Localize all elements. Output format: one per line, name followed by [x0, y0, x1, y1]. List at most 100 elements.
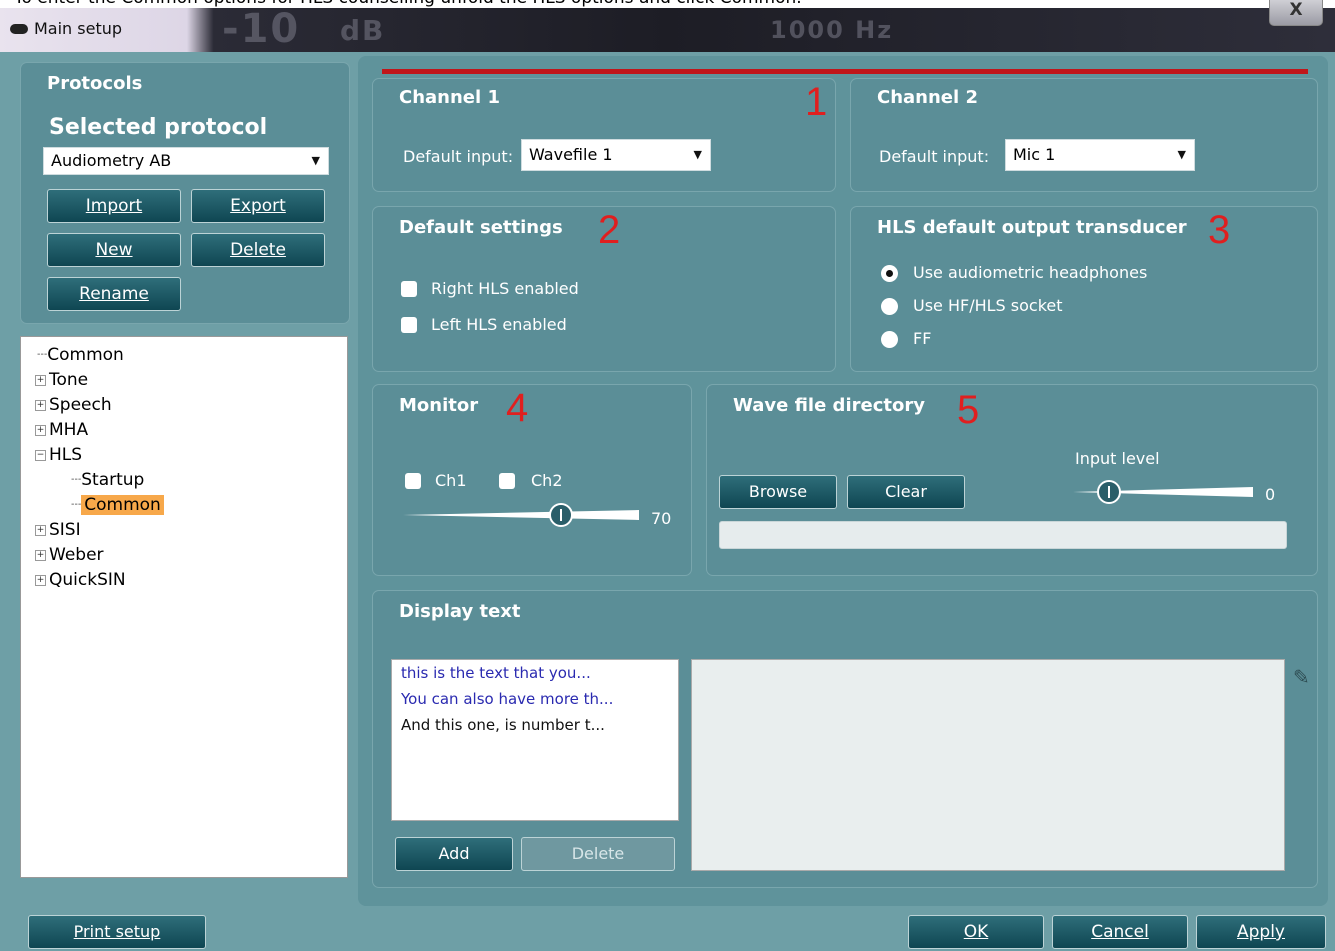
background-unit-readout: dB	[340, 14, 386, 47]
channel1-input-label: Default input:	[403, 147, 514, 166]
tree-item-hls-common[interactable]: ┄ Common	[71, 495, 164, 515]
tree-item-hls[interactable]: − HLS	[35, 445, 82, 465]
display-text-title: Display text	[399, 601, 521, 622]
rename-button[interactable]: Rename	[47, 277, 181, 311]
options-tree: ┄Common + Tone + Speech + MHA − HLS ┄Startup…	[20, 336, 348, 878]
protocols-panel: Protocols Selected protocol Audiometry A…	[20, 62, 350, 324]
display-text-panel: Display text this is the text that you..…	[372, 590, 1318, 888]
expand-icon: +	[35, 374, 46, 386]
print-setup-label: Print setup	[73, 922, 161, 941]
protocol-select-value: Audiometry AB	[51, 151, 172, 170]
channel1-panel: Channel 1 Default input: Wavefile 1 ▼	[372, 78, 836, 192]
transducer-radio-headphones[interactable]	[881, 265, 898, 282]
transducer-option-hf-socket: Use HF/HLS socket	[913, 296, 1063, 315]
tree-item-weber[interactable]: + Weber	[35, 545, 104, 565]
export-button[interactable]: Export	[191, 189, 325, 223]
right-hls-checkbox[interactable]	[401, 281, 417, 297]
channel2-input-select[interactable]: Mic 1 ▼	[1005, 139, 1195, 171]
collapse-icon: −	[35, 449, 46, 461]
input-level-value: 0	[1265, 485, 1276, 504]
import-button[interactable]: Import	[47, 189, 181, 223]
ok-label: OK	[963, 922, 989, 942]
left-hls-checkbox[interactable]	[401, 317, 417, 333]
list-item[interactable]: this is the text that you...	[401, 664, 591, 682]
selected-protocol-heading: Selected protocol	[49, 115, 268, 140]
delete-label: Delete	[230, 240, 286, 260]
channel1-title: Channel 1	[399, 87, 500, 108]
list-item[interactable]: And this one, is number t...	[401, 716, 605, 734]
tree-item-quicksin[interactable]: + QuickSIN	[35, 570, 126, 590]
apply-button[interactable]: Apply	[1196, 915, 1326, 949]
highlight-line	[382, 69, 1308, 74]
ok-button[interactable]: OK	[908, 915, 1044, 949]
ch2-label: Ch2	[531, 471, 563, 490]
marker-2: 2	[598, 208, 621, 252]
new-label: New	[95, 240, 133, 260]
tree-item-mha[interactable]: + MHA	[35, 420, 88, 440]
export-label: Export	[230, 196, 286, 216]
channel2-title: Channel 2	[877, 87, 978, 108]
close-icon: X	[1289, 0, 1303, 20]
expand-icon: +	[35, 574, 46, 586]
tree-item-common[interactable]: ┄Common	[37, 345, 124, 365]
add-text-button[interactable]: Add	[395, 837, 513, 871]
wave-file-panel: Wave file directory Browse Clear Input l…	[706, 384, 1318, 576]
protocols-heading: Protocols	[47, 73, 143, 94]
marker-4: 4	[506, 386, 529, 430]
tree-item-sisi[interactable]: + SISI	[35, 520, 81, 540]
wave-directory-field[interactable]	[719, 521, 1287, 549]
tree-item-hls-startup[interactable]: ┄Startup	[71, 470, 144, 490]
chevron-down-icon: ▼	[311, 154, 320, 167]
tree-item-speech[interactable]: + Speech	[35, 395, 112, 415]
cancel-button[interactable]: Cancel	[1052, 915, 1188, 949]
background-frequency-readout: 1000 Hz	[770, 16, 894, 44]
slider-knob-icon[interactable]	[549, 503, 573, 527]
ch2-checkbox[interactable]	[499, 473, 515, 489]
default-settings-title: Default settings	[399, 217, 563, 238]
chevron-down-icon: ▼	[1177, 148, 1186, 161]
display-text-editor[interactable]	[691, 659, 1285, 871]
instruction-caption: To enter the Common options for HLS coun…	[0, 0, 1335, 8]
chevron-down-icon: ▼	[693, 148, 702, 161]
marker-1: 1	[805, 80, 828, 124]
close-button[interactable]: X	[1269, 0, 1323, 26]
pen-icon: ✎	[1293, 665, 1310, 689]
transducer-title: HLS default output transducer	[877, 217, 1187, 238]
new-button[interactable]: New	[47, 233, 181, 267]
wave-file-title: Wave file directory	[733, 395, 925, 416]
import-label: Import	[85, 196, 143, 216]
display-text-list[interactable]: this is the text that you... You can als…	[391, 659, 679, 821]
title-bar: Main setup -10 dB 1000 Hz	[0, 6, 1335, 52]
protocol-select[interactable]: Audiometry AB ▼	[43, 147, 329, 175]
rename-label: Rename	[79, 284, 149, 304]
monitor-panel: Monitor Ch1 Ch2 70	[372, 384, 692, 576]
channel1-input-value: Wavefile 1	[529, 145, 613, 164]
print-setup-button[interactable]: Print setup	[28, 915, 206, 949]
transducer-panel: HLS default output transducer Use audiom…	[850, 206, 1318, 372]
input-level-label: Input level	[1075, 449, 1160, 468]
channel1-input-select[interactable]: Wavefile 1 ▼	[521, 139, 711, 171]
window-title: Main setup	[34, 19, 123, 38]
list-item[interactable]: You can also have more th...	[401, 690, 613, 708]
cancel-label: Cancel	[1091, 922, 1149, 942]
delete-protocol-button[interactable]: Delete	[191, 233, 325, 267]
browse-button[interactable]: Browse	[719, 475, 837, 509]
tree-item-tone[interactable]: + Tone	[35, 370, 88, 390]
transducer-radio-ff[interactable]	[881, 331, 898, 348]
slider-knob-icon[interactable]	[1097, 480, 1121, 504]
clear-button[interactable]: Clear	[847, 475, 965, 509]
expand-icon: +	[35, 549, 46, 561]
monitor-level-slider[interactable]	[403, 501, 639, 529]
marker-5: 5	[957, 388, 980, 432]
monitor-title: Monitor	[399, 395, 479, 416]
app-icon	[10, 24, 28, 34]
channel2-input-label: Default input:	[879, 147, 990, 166]
delete-text-button[interactable]: Delete	[521, 837, 675, 871]
ch1-checkbox[interactable]	[405, 473, 421, 489]
apply-label: Apply	[1237, 922, 1285, 942]
background-level-readout: -10	[222, 6, 301, 52]
transducer-option-headphones: Use audiometric headphones	[913, 263, 1148, 282]
transducer-radio-hf-socket[interactable]	[881, 298, 898, 315]
transducer-option-ff: FF	[913, 329, 932, 348]
input-level-slider[interactable]	[1073, 479, 1253, 505]
